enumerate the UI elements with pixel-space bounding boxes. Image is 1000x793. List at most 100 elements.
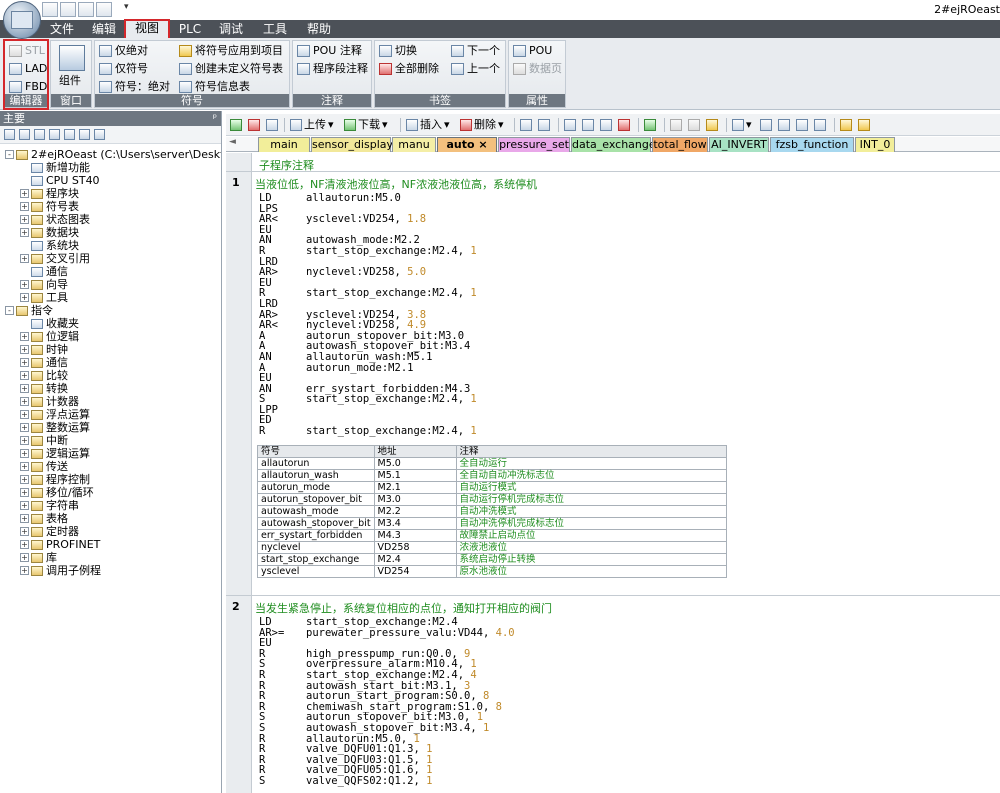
expand-icon[interactable]: + <box>20 527 29 536</box>
new-file-icon[interactable] <box>42 2 58 17</box>
close-tab-icon[interactable]: × <box>475 138 487 151</box>
delete-button[interactable]: 删除 ▾ <box>460 117 504 133</box>
expand-icon[interactable]: + <box>20 501 29 510</box>
editor-tab-main[interactable]: main <box>258 137 310 152</box>
editor-tab-sensor-display[interactable]: sensor_display <box>311 137 393 152</box>
run-button[interactable] <box>230 117 242 133</box>
tool-f-button[interactable] <box>670 117 682 133</box>
expand-icon[interactable]: + <box>20 254 29 263</box>
expand-icon[interactable]: + <box>20 345 29 354</box>
pou-property-button[interactable]: POU <box>513 43 552 59</box>
tree-item[interactable]: + 工具 <box>20 291 68 304</box>
expand-icon[interactable]: + <box>20 423 29 432</box>
stl-button[interactable]: STL <box>9 43 45 59</box>
tree-item[interactable]: - 2#ejROeast (C:\Users\server\Desktop\cha… <box>5 148 221 161</box>
program-icon[interactable] <box>19 129 30 140</box>
tool-n-button[interactable] <box>840 117 852 133</box>
expand-icon[interactable]: + <box>20 449 29 458</box>
tree-item[interactable]: + 程序块 <box>20 187 79 200</box>
tree-item[interactable]: + 程序控制 <box>20 473 90 486</box>
delete-all-bookmarks-button[interactable]: 全部删除 <box>379 61 439 77</box>
expand-icon[interactable]: + <box>20 202 29 211</box>
expand-icon[interactable]: + <box>20 332 29 341</box>
tool-i-button[interactable]: ▾ <box>732 117 752 133</box>
editor-tab-manu[interactable]: manu <box>392 137 436 152</box>
menu-tab-view[interactable]: 视图 <box>124 19 170 38</box>
tree-item[interactable]: + 符号表 <box>20 200 79 213</box>
tree-item[interactable]: 系统块 <box>20 239 79 252</box>
menu-tab-debug[interactable]: 调试 <box>214 20 248 38</box>
network-button[interactable] <box>520 117 532 133</box>
expand-icon[interactable]: + <box>20 358 29 367</box>
tree-item[interactable]: + 传送 <box>20 460 68 473</box>
network-comment[interactable]: 当发生紧急停止，系统复位相应的点位，通知打开相应的阀门 <box>255 600 552 616</box>
component-button[interactable]: 组件 <box>59 73 81 89</box>
stop-button[interactable] <box>248 117 260 133</box>
print-icon[interactable] <box>96 2 112 17</box>
editor-tab-ai-invert[interactable]: AI_INVERT <box>709 137 769 152</box>
tool-m-button[interactable] <box>814 117 826 133</box>
expand-icon[interactable]: + <box>20 397 29 406</box>
comment-button[interactable] <box>538 117 550 133</box>
expand-icon[interactable]: + <box>20 371 29 380</box>
open-folder-icon[interactable] <box>60 2 76 17</box>
tool-b-button[interactable] <box>582 117 594 133</box>
tool-d-button[interactable] <box>618 117 630 133</box>
expand-icon[interactable]: + <box>20 410 29 419</box>
editor-tab-pressure-set[interactable]: pressure_set <box>498 137 570 152</box>
collapse-icon[interactable]: - <box>5 150 14 159</box>
tool-g-button[interactable] <box>688 117 700 133</box>
pin-icon[interactable]: ᵖ <box>213 111 217 126</box>
download-button[interactable]: 下载 ▾ <box>344 117 388 133</box>
editor-tab-fzsb-function[interactable]: fzsb_function <box>770 137 854 152</box>
expand-icon[interactable]: + <box>20 280 29 289</box>
compile-button[interactable] <box>266 117 278 133</box>
tree-item[interactable]: + 比较 <box>20 369 68 382</box>
tree-item[interactable]: + 表格 <box>20 512 68 525</box>
tool-h-button[interactable] <box>706 117 718 133</box>
insert-button[interactable]: 插入 ▾ <box>406 117 450 133</box>
tree-item[interactable]: + 字符串 <box>20 499 79 512</box>
next-bookmark-button[interactable]: 下一个 <box>451 43 500 59</box>
tree-item[interactable]: + 中断 <box>20 434 68 447</box>
lad-button[interactable]: LAD <box>9 61 47 77</box>
expand-icon[interactable]: + <box>20 540 29 549</box>
stl-code[interactable]: LD allautorun:M5.0 LPS AR< ysclevel:VD254, 1… <box>259 193 477 437</box>
tree-item[interactable]: - 指令 <box>5 304 53 317</box>
tree-item[interactable]: + 浮点运算 <box>20 408 90 421</box>
tree-item[interactable]: + 逻辑运算 <box>20 447 90 460</box>
tree-item[interactable]: + 数据块 <box>20 226 79 239</box>
data-page-button[interactable]: 数据页 <box>513 61 562 77</box>
tree-item[interactable]: + PROFINET <box>20 538 100 551</box>
save-icon[interactable] <box>78 2 94 17</box>
toggle-bookmark-button[interactable]: 切换 <box>379 43 417 59</box>
menu-tab-help[interactable]: 帮助 <box>302 20 336 38</box>
editor-tab-auto[interactable]: auto × <box>437 137 497 152</box>
tree-item[interactable]: + 移位/循环 <box>20 486 94 499</box>
communication-icon[interactable] <box>94 129 105 140</box>
expand-icon[interactable]: + <box>20 566 29 575</box>
expand-icon[interactable]: + <box>20 488 29 497</box>
tool-k-button[interactable] <box>778 117 790 133</box>
only-absolute-button[interactable]: 仅绝对 <box>99 43 148 59</box>
fbd-button[interactable]: FBD <box>9 79 47 95</box>
symbol-table-icon[interactable] <box>34 129 45 140</box>
tree-item[interactable]: + 时钟 <box>20 343 68 356</box>
tool-e-button[interactable] <box>644 117 656 133</box>
collapse-icon[interactable]: - <box>5 306 14 315</box>
editor-tab-int-0[interactable]: INT_0 <box>855 137 895 152</box>
menu-tab-edit[interactable]: 编辑 <box>88 20 120 38</box>
apply-symbols-button[interactable]: 将符号应用到项目 <box>179 43 283 59</box>
expand-icon[interactable]: + <box>20 293 29 302</box>
only-symbol-button[interactable]: 仅符号 <box>99 61 148 77</box>
expand-icon[interactable]: + <box>20 228 29 237</box>
tree-item[interactable]: + 状态图表 <box>20 213 90 226</box>
quick-access-more-icon[interactable]: ▾ <box>124 2 129 12</box>
tree-item[interactable]: + 位逻辑 <box>20 330 79 343</box>
tree-item[interactable]: + 调用子例程 <box>20 564 101 577</box>
tree-item[interactable]: CPU ST40 <box>20 174 100 187</box>
create-undefined-symbols-button[interactable]: 创建未定义符号表 <box>179 61 283 77</box>
tool-j-button[interactable] <box>760 117 772 133</box>
menu-tab-plc[interactable]: PLC <box>176 20 204 38</box>
expand-icon[interactable]: + <box>20 514 29 523</box>
